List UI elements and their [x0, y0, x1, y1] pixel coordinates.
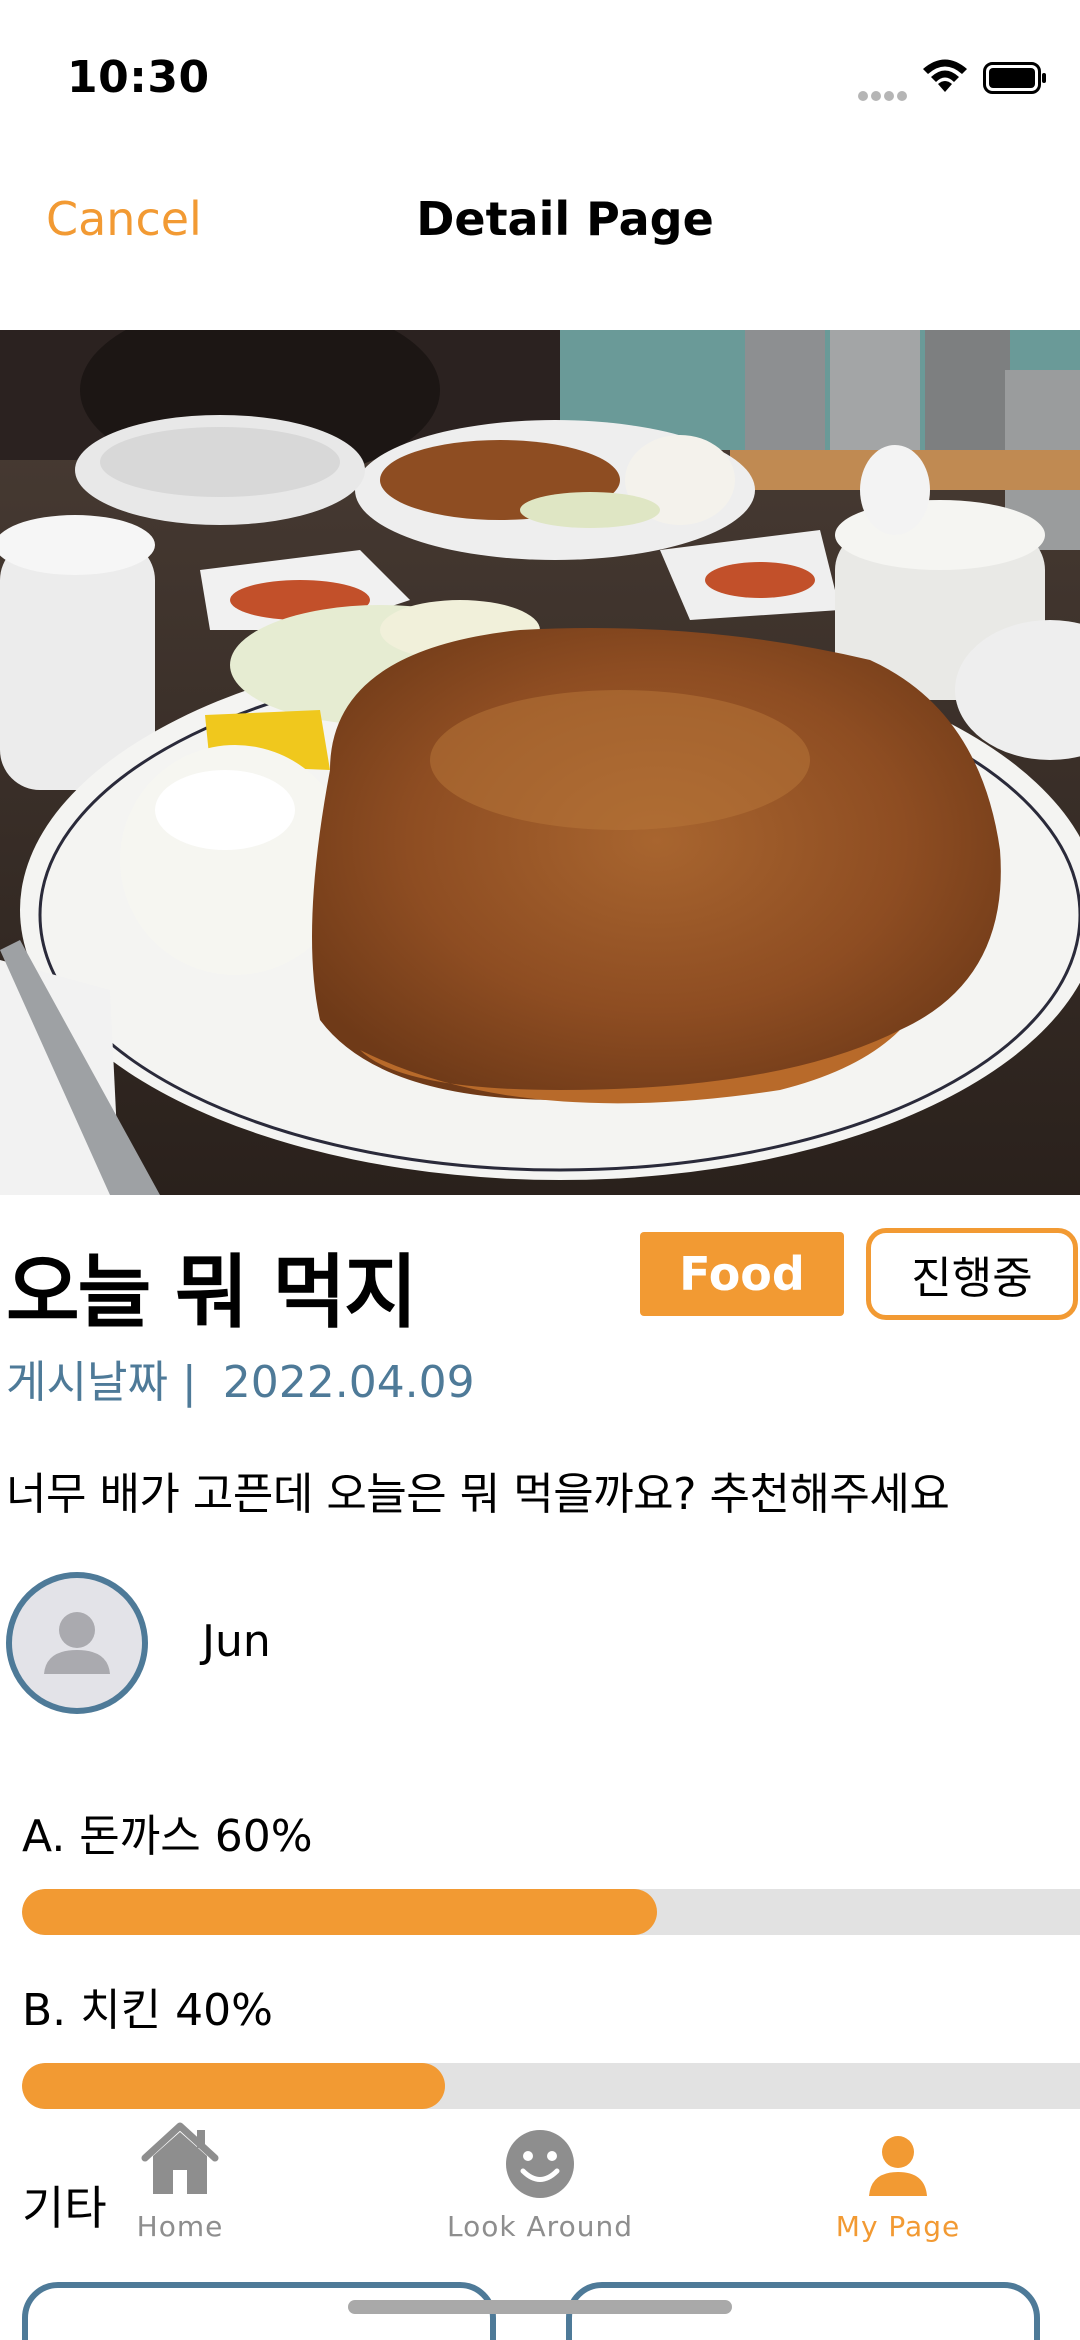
post-title: 오늘 뭐 먹지 — [6, 1246, 418, 1339]
tab-look-around-label: Look Around — [447, 2210, 633, 2243]
poll-option-a-bar[interactable] — [22, 1889, 1080, 1935]
post-date-row: 게시날짜 | 2022.04.09 — [6, 1346, 475, 1410]
category-badge: Food — [640, 1232, 844, 1316]
poll-option-b-bar[interactable] — [22, 2063, 1080, 2109]
post-photo — [0, 330, 1080, 1195]
battery-icon — [983, 62, 1046, 94]
tab-home-label: Home — [136, 2210, 224, 2243]
author-avatar[interactable] — [6, 1572, 148, 1714]
home-indicator[interactable] — [348, 2300, 732, 2314]
person-icon — [869, 2136, 927, 2196]
tab-my-page-label: My Page — [835, 2210, 961, 2243]
post-date-label: 게시날짜 | — [6, 1357, 197, 1408]
status-bar: 10:30 — [0, 0, 1080, 150]
post-date-value: 2022.04.09 — [222, 1357, 475, 1408]
page-title: Detail Page — [416, 192, 714, 246]
status-badge: 진행중 — [866, 1228, 1078, 1320]
poll-option-b-fill — [22, 2063, 446, 2109]
status-time: 10:30 — [67, 52, 210, 103]
poll-option-a-label: A. 돈까스 60% — [22, 1811, 313, 1862]
smiley-icon — [506, 2130, 574, 2198]
author-name: Jun — [202, 1616, 271, 1667]
poll-option-a-fill — [22, 1889, 657, 1935]
poll-option-b-label: B. 치킨 40% — [22, 1985, 273, 2036]
navigation-bar: Cancel Detail Page — [0, 150, 1080, 330]
person-placeholder-icon — [44, 1612, 110, 1674]
house-icon — [141, 2122, 219, 2194]
post-body: 너무 배가 고픈데 오늘은 뭐 먹을까요? 추천해주세요 — [6, 1469, 950, 1520]
tab-my-page[interactable]: My Page — [768, 2116, 1028, 2243]
tab-look-around[interactable]: Look Around — [410, 2116, 670, 2243]
tab-home[interactable]: Home — [50, 2116, 310, 2243]
cellular-signal-icon — [858, 86, 910, 101]
wifi-icon — [923, 59, 967, 92]
